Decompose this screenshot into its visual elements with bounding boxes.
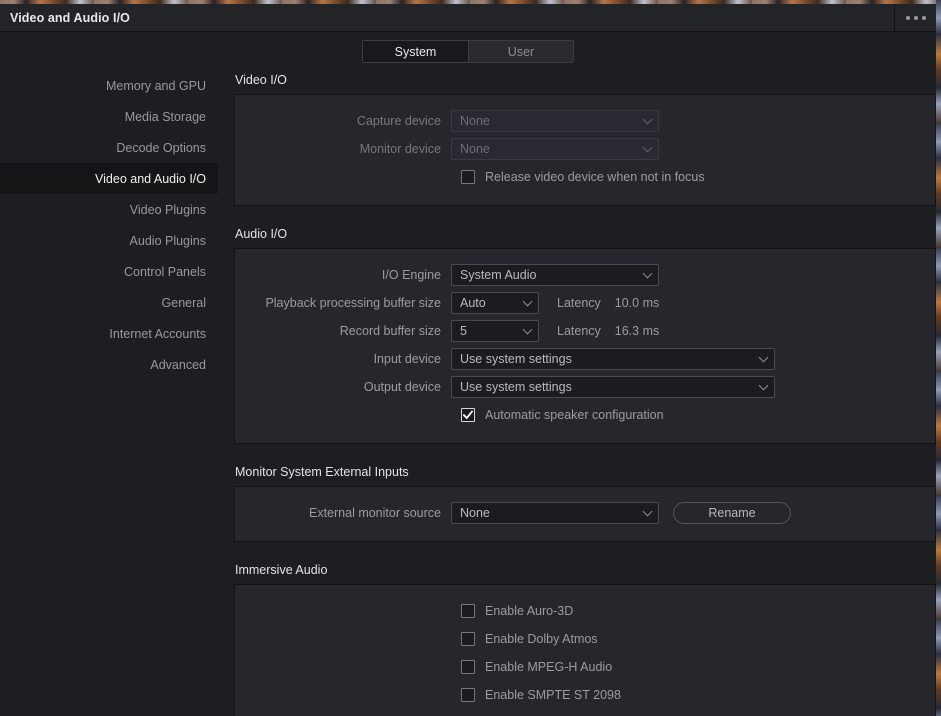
output-device-dropdown[interactable]: Use system settings xyxy=(451,376,775,398)
preferences-dialog: Video and Audio I/O System User Memory a… xyxy=(0,0,941,716)
row-monitor-device: Monitor device None xyxy=(235,135,935,163)
enable-smpte-st-2098-label: Enable SMPTE ST 2098 xyxy=(485,688,621,702)
sidebar-item-general[interactable]: General xyxy=(0,287,218,318)
enable-auro-3d-checkbox[interactable] xyxy=(461,604,475,618)
window-titlebar: Video and Audio I/O xyxy=(0,4,936,32)
release-video-device-checkbox[interactable] xyxy=(461,170,475,184)
playback-buffer-label: Playback processing buffer size xyxy=(265,296,441,310)
ellipsis-icon xyxy=(921,15,926,20)
row-capture-device: Capture device None xyxy=(235,107,935,135)
output-device-value: Use system settings xyxy=(460,380,572,394)
enable-smpte-st-2098-checkbox[interactable] xyxy=(461,688,475,702)
record-buffer-label: Record buffer size xyxy=(339,324,441,338)
chevron-down-icon xyxy=(522,324,533,335)
io-engine-value: System Audio xyxy=(460,268,537,282)
ellipsis-icon xyxy=(905,15,910,20)
settings-content: Video I/O Capture device None Monitor de… xyxy=(234,70,936,716)
playback-buffer-dropdown[interactable]: Auto xyxy=(451,292,539,314)
row-record-buffer: Record buffer size 5 Latency 16.3 ms xyxy=(235,317,935,345)
sidebar: Memory and GPU Media Storage Decode Opti… xyxy=(0,70,218,380)
chevron-down-icon xyxy=(642,114,653,125)
playback-buffer-value: Auto xyxy=(460,296,486,310)
record-buffer-dropdown[interactable]: 5 xyxy=(451,320,539,342)
row-external-monitor-source: External monitor source None Rename xyxy=(235,499,935,527)
playback-latency-label: Latency xyxy=(557,296,601,310)
output-device-label: Output device xyxy=(363,380,441,394)
row-enable-smpte-st-2098: Enable SMPTE ST 2098 xyxy=(235,681,935,709)
monitor-device-dropdown[interactable]: None xyxy=(451,138,659,160)
row-io-engine: I/O Engine System Audio xyxy=(235,261,935,289)
sidebar-item-audio-plugins[interactable]: Audio Plugins xyxy=(0,225,218,256)
capture-device-value: None xyxy=(460,114,490,128)
input-device-value: Use system settings xyxy=(460,352,572,366)
sidebar-item-video-and-audio-io[interactable]: Video and Audio I/O xyxy=(0,163,218,194)
row-auto-speaker-config: Automatic speaker configuration xyxy=(235,401,935,429)
monitor-device-value: None xyxy=(460,142,490,156)
section-title-immersive-audio: Immersive Audio xyxy=(235,563,328,577)
record-latency-value: 16.3 ms xyxy=(614,324,660,338)
chevron-down-icon xyxy=(758,380,769,391)
capture-device-label: Capture device xyxy=(356,114,441,128)
sidebar-item-memory-and-gpu[interactable]: Memory and GPU xyxy=(0,70,218,101)
row-enable-22-2-surround: Enable 22.2 Surround xyxy=(235,709,935,716)
row-enable-auro-3d: Enable Auro-3D xyxy=(235,597,935,625)
rename-button[interactable]: Rename xyxy=(673,502,791,524)
input-device-label: Input device xyxy=(373,352,441,366)
chevron-down-icon xyxy=(642,268,653,279)
external-monitor-source-dropdown[interactable]: None xyxy=(451,502,659,524)
auto-speaker-config-label: Automatic speaker configuration xyxy=(485,408,664,422)
capture-device-dropdown[interactable]: None xyxy=(451,110,659,132)
enable-auro-3d-label: Enable Auro-3D xyxy=(485,604,574,618)
enable-mpeg-h-audio-label: Enable MPEG-H Audio xyxy=(485,660,613,674)
section-title-video-io: Video I/O xyxy=(235,73,287,87)
row-enable-dolby-atmos: Enable Dolby Atmos xyxy=(235,625,935,653)
row-enable-mpeg-h-audio: Enable MPEG-H Audio xyxy=(235,653,935,681)
input-device-dropdown[interactable]: Use system settings xyxy=(451,348,775,370)
sidebar-item-advanced[interactable]: Advanced xyxy=(0,349,218,380)
chevron-down-icon xyxy=(642,506,653,517)
auto-speaker-config-checkbox[interactable] xyxy=(461,408,475,422)
tabbar: System User xyxy=(0,40,936,63)
window-title: Video and Audio I/O xyxy=(10,10,130,25)
release-video-device-label: Release video device when not in focus xyxy=(485,170,705,184)
chevron-down-icon xyxy=(642,142,653,153)
sidebar-item-video-plugins[interactable]: Video Plugins xyxy=(0,194,218,225)
panel-video-io: Capture device None Monitor device None … xyxy=(234,94,936,206)
background-filmstrip-right xyxy=(936,0,941,716)
monitor-device-label: Monitor device xyxy=(359,142,441,156)
ellipsis-menu-button[interactable] xyxy=(894,4,936,31)
panel-immersive-audio: Enable Auro-3D Enable Dolby Atmos Enable… xyxy=(234,584,936,716)
row-playback-buffer: Playback processing buffer size Auto Lat… xyxy=(235,289,935,317)
chevron-down-icon xyxy=(758,352,769,363)
external-monitor-source-label: External monitor source xyxy=(308,506,441,520)
enable-dolby-atmos-checkbox[interactable] xyxy=(461,632,475,646)
system-user-segmented-control: System User xyxy=(362,40,574,63)
external-monitor-source-value: None xyxy=(460,506,490,520)
playback-latency-value: 10.0 ms xyxy=(614,296,660,310)
record-buffer-value: 5 xyxy=(460,324,467,338)
enable-dolby-atmos-label: Enable Dolby Atmos xyxy=(485,632,598,646)
sidebar-item-internet-accounts[interactable]: Internet Accounts xyxy=(0,318,218,349)
row-input-device: Input device Use system settings xyxy=(235,345,935,373)
record-latency-label: Latency xyxy=(557,324,601,338)
section-title-external-inputs: Monitor System External Inputs xyxy=(235,465,409,479)
panel-external-inputs: External monitor source None Rename xyxy=(234,486,936,542)
row-output-device: Output device Use system settings xyxy=(235,373,935,401)
enable-mpeg-h-audio-checkbox[interactable] xyxy=(461,660,475,674)
ellipsis-icon xyxy=(913,15,918,20)
sidebar-item-media-storage[interactable]: Media Storage xyxy=(0,101,218,132)
sidebar-item-control-panels[interactable]: Control Panels xyxy=(0,256,218,287)
checkmark-icon xyxy=(463,410,473,420)
tab-system[interactable]: System xyxy=(363,41,468,62)
tab-user[interactable]: User xyxy=(468,41,573,62)
io-engine-label: I/O Engine xyxy=(381,268,441,282)
section-title-audio-io: Audio I/O xyxy=(235,227,288,241)
panel-audio-io: I/O Engine System Audio Playback process… xyxy=(234,248,936,444)
chevron-down-icon xyxy=(522,296,533,307)
io-engine-dropdown[interactable]: System Audio xyxy=(451,264,659,286)
row-release-video-device: Release video device when not in focus xyxy=(235,163,935,191)
sidebar-item-decode-options[interactable]: Decode Options xyxy=(0,132,218,163)
